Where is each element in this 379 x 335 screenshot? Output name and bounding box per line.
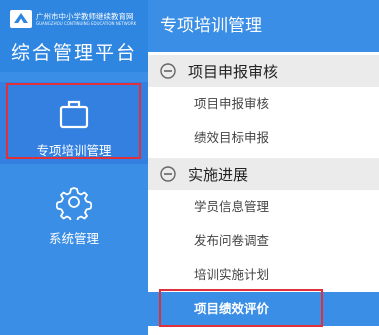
menu-item-project-review[interactable]: 项目申报审核 xyxy=(148,87,379,121)
submenu-panel: 专项培训管理 项目申报审核 项目申报审核 绩效目标申报 实施进展 学员信息管理 … xyxy=(148,0,379,335)
brand-header: 广州市中小学教师继续教育网 GUANGZHOU CONTINUING EDUCA… xyxy=(0,0,148,72)
logo-text-cn: 广州市中小学教师继续教育网 xyxy=(36,12,134,21)
group-label: 实施进展 xyxy=(188,165,249,184)
gear-icon xyxy=(56,187,92,220)
group-implementation-progress[interactable]: 实施进展 xyxy=(148,158,379,190)
menu-item-publish-survey[interactable]: 发布问卷调查 xyxy=(148,224,379,258)
menu-item-student-info[interactable]: 学员信息管理 xyxy=(148,190,379,224)
logo-mark-icon xyxy=(10,10,32,28)
nav-system-management[interactable]: 系统管理 xyxy=(0,170,148,252)
menu-item-training-plan[interactable]: 培训实施计划 xyxy=(148,258,379,292)
briefcase-icon xyxy=(59,100,89,129)
nav-special-training[interactable]: 专项培训管理 xyxy=(0,82,148,164)
logo-text-en: GUANGZHOU CONTINUING EDUCATION NETWORK xyxy=(36,21,137,26)
site-logo[interactable]: 广州市中小学教师继续教育网 GUANGZHOU CONTINUING EDUCA… xyxy=(10,10,136,28)
platform-title: 综合管理平台 xyxy=(10,42,137,64)
group-label: 项目申报审核 xyxy=(188,62,279,81)
panel-title: 专项培训管理 xyxy=(148,0,379,52)
menu-item-performance-goal[interactable]: 绩效目标申报 xyxy=(148,121,379,155)
sidebar-rail: 广州市中小学教师继续教育网 GUANGZHOU CONTINUING EDUCA… xyxy=(0,0,148,335)
group-project-review[interactable]: 项目申报审核 xyxy=(148,55,379,87)
minus-circle-icon xyxy=(160,166,176,182)
nav-label: 系统管理 xyxy=(48,231,99,246)
minus-circle-icon xyxy=(160,63,176,79)
nav-label: 专项培训管理 xyxy=(36,143,112,158)
menu-item-performance-evaluation[interactable]: 项目绩效评价 xyxy=(148,292,379,326)
